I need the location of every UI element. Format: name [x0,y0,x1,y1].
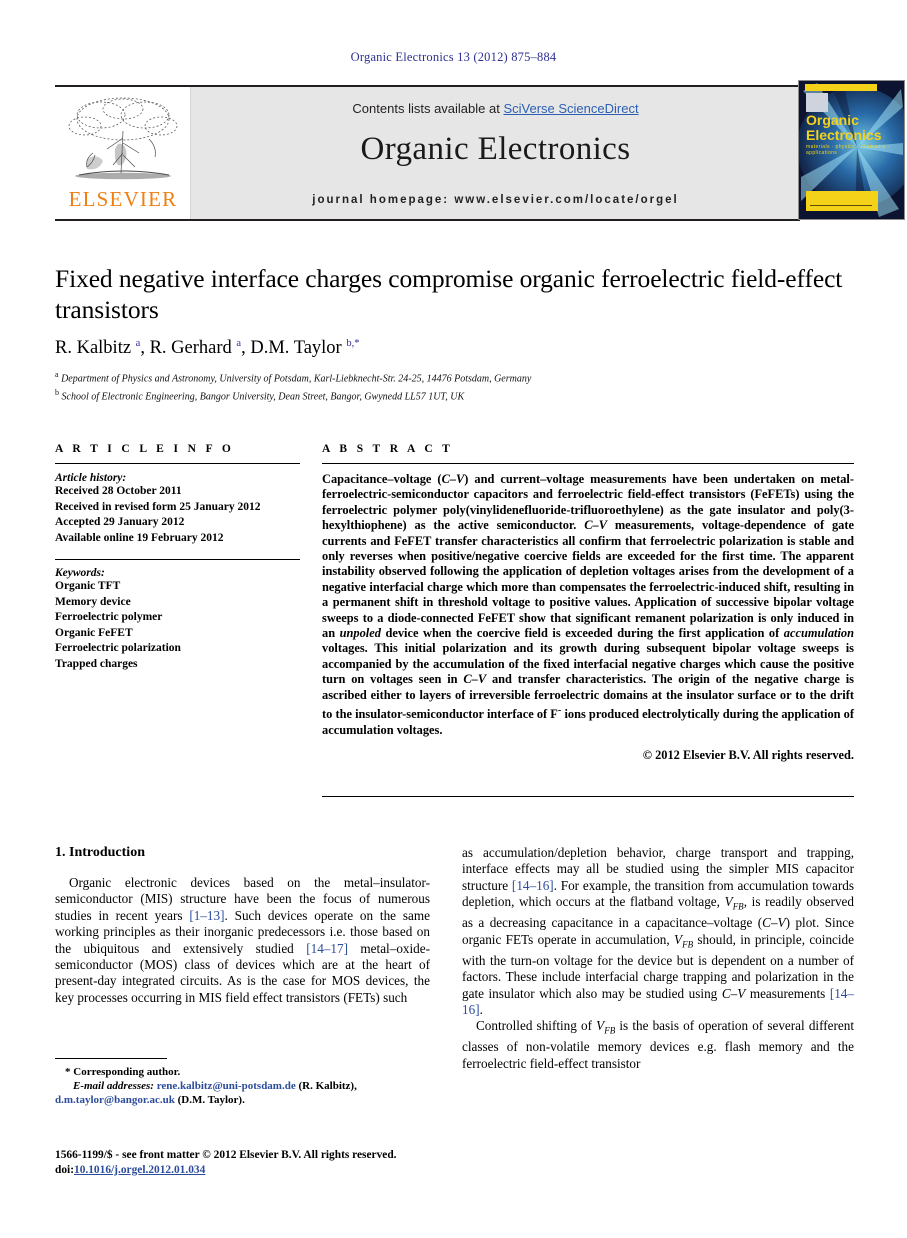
journal-cover-thumbnail: Organic Electronics materials · physics … [798,80,905,220]
abstract-column: A B S T R A C T Capacitance–voltage (C–V… [322,443,854,763]
doi-line: doi:10.1016/j.orgel.2012.01.034 [55,1163,455,1178]
cover-title-line2: Electronics [806,127,882,143]
keyword-item: Organic FeFET [55,626,133,639]
history-item: Accepted 29 January 2012 [55,516,185,528]
section-title-introduction: 1. Introduction [55,845,145,860]
elsevier-logo: ELSEVIER [55,87,191,219]
footnote-rule [55,1058,167,1060]
author-list: R. Kalbitz a, R. Gerhard a, D.M. Taylor … [55,338,360,359]
paper-page: Organic Electronics 13 (2012) 875–884 EL… [0,0,907,1238]
intro-paragraph-right-1: as accumulation/depletion behavior, char… [462,845,855,1017]
history-item: Received 28 October 2011 [55,485,182,497]
cover-footer-line [810,205,872,206]
affiliation-marker: b [55,387,59,397]
keyword-item: Organic TFT [55,580,121,592]
cover-title-line1: Organic [806,112,859,128]
keyword-item: Trapped charges [55,657,138,670]
affiliation-marker: a [55,370,59,380]
abstract-bottom-rule [322,796,854,798]
cover-elsevier-mark-icon [806,93,828,112]
elsevier-wordmark: ELSEVIER [68,187,178,211]
intro-paragraph-right-2: Controlled shifting of VFB is the basis … [462,1018,854,1071]
keywords-label: Keywords: [55,567,105,579]
affiliation-text: School of Electronic Engineering, Bangor… [61,391,465,403]
keyword-item: Ferroelectric polarization [55,642,181,654]
corresponding-author-note: * Corresponding author. [65,1066,181,1079]
body-column-right: as accumulation/depletion behavior, char… [462,845,854,1072]
abstract-body: Capacitance–voltage (C–V) and current–vo… [322,472,855,737]
cover-footer-box [806,191,878,211]
affiliation-list: a Department of Physics and Astronomy, U… [55,368,855,404]
article-history-label: Article history: [55,472,127,484]
journal-masthead: ELSEVIER Contents lists available at Sci… [55,80,905,221]
elsevier-tree-icon [68,97,178,180]
title-block: Fixed negative interface charges comprom… [55,263,855,404]
copyright-line: © 2012 Elsevier B.V. All rights reserved… [642,748,854,763]
article-info-rule [55,463,300,464]
keywords-rule [55,559,300,560]
article-history-list: Received 28 October 2011 Received in rev… [55,484,300,546]
history-item: Received in revised form 25 January 2012 [55,500,261,513]
keyword-item: Memory device [55,595,131,608]
running-head: Organic Electronics 13 (2012) 875–884 [350,50,557,64]
history-item: Available online 19 February 2012 [55,531,224,544]
issn-doi-block: 1566-1199/$ - see front matter © 2012 El… [55,1148,455,1177]
cover-subtitle: materials · physics · chemistry · applic… [806,144,890,156]
affiliation-text: Department of Physics and Astronomy, Uni… [61,373,532,385]
keyword-item: Ferroelectric polymer [55,611,163,623]
journal-homepage[interactable]: journal homepage: www.elsevier.com/locat… [191,194,800,206]
cover-top-strip [805,84,877,91]
intro-paragraph-left: Organic electronic devices based on the … [55,875,431,1005]
doi-link[interactable]: 10.1016/j.orgel.2012.01.034 [74,1164,205,1176]
journal-title: Organic Electronics [360,131,631,167]
page-title: Fixed negative interface charges comprom… [55,264,843,324]
abstract-heading: A B S T R A C T [322,443,454,455]
body-column-left: 1. Introduction Organic electronic devic… [55,845,430,1006]
email-addresses-note: E-mail addresses: rene.kalbitz@uni-potsd… [55,1080,357,1107]
contents-line: Contents lists available at SciVerse Sci… [191,101,800,116]
journal-band: Contents lists available at SciVerse Sci… [191,87,800,219]
footnote-block: * Corresponding author. E-mail addresses… [55,1058,430,1107]
issn-line: 1566-1199/$ - see front matter © 2012 El… [55,1149,397,1161]
article-info-column: A R T I C L E I N F O Article history: R… [55,443,300,672]
abstract-rule [322,463,854,464]
masthead-bottom-rule [55,219,800,221]
sciencedirect-link[interactable]: SciVerse ScienceDirect [503,101,638,116]
doi-prefix: doi: [55,1163,74,1176]
contents-prefix: Contents lists available at [352,101,504,116]
masthead-inner: ELSEVIER Contents lists available at Sci… [55,87,800,219]
affiliation-item: a Department of Physics and Astronomy, U… [55,368,855,386]
keywords-list: Organic TFT Memory device Ferroelectric … [55,579,300,672]
cover-title: Organic Electronics [806,113,901,143]
affiliation-item: b School of Electronic Engineering, Bang… [55,386,855,404]
article-info-heading: A R T I C L E I N F O [55,443,235,455]
